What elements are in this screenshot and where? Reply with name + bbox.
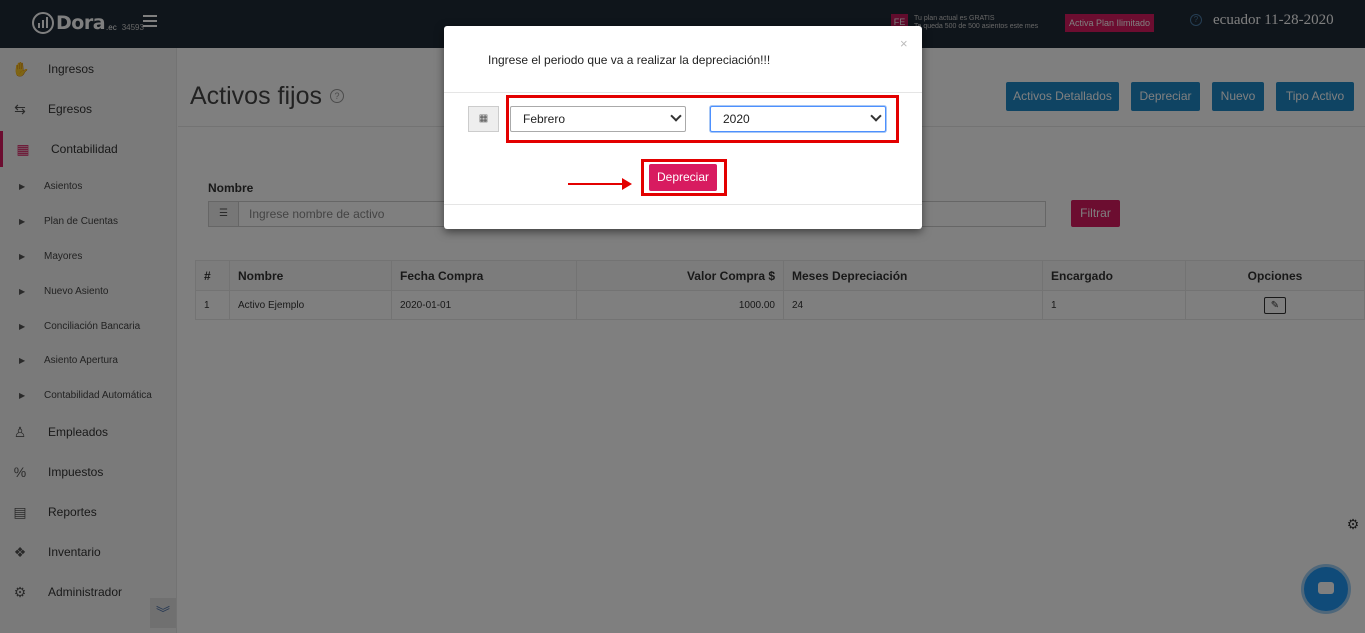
annotation-arrow <box>568 183 624 185</box>
depreciation-modal: Ingrese el periodo que va a realizar la … <box>444 26 922 229</box>
close-icon[interactable]: × <box>900 36 908 51</box>
modal-divider <box>444 92 922 93</box>
highlight-box-selects <box>506 95 899 143</box>
modal-title: Ingrese el periodo que va a realizar la … <box>488 53 771 67</box>
calendar-icon: ▦ <box>468 106 499 132</box>
modal-footer-divider <box>444 204 922 205</box>
depreciar-confirm-button[interactable]: Depreciar <box>649 164 717 191</box>
annotation-arrow-head <box>622 178 632 190</box>
